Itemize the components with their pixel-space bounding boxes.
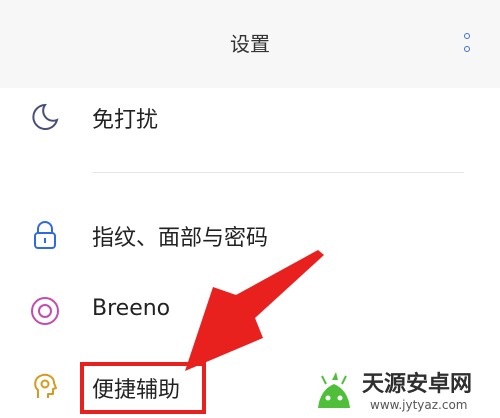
top-bar: 设置: [0, 0, 500, 88]
settings-item-label: 指纹、面部与密码: [92, 226, 269, 251]
settings-item-fingerprint-face-password[interactable]: 指纹、面部与密码: [0, 204, 500, 264]
moon-icon: [28, 100, 62, 134]
watermark: 天源安卓网 www.jytyaz.com: [300, 360, 500, 418]
settings-item-do-not-disturb[interactable]: 免打扰: [0, 86, 500, 146]
page-title: 设置: [230, 32, 270, 56]
more-vertical-icon[interactable]: [458, 30, 478, 58]
watermark-name: 天源安卓网: [362, 372, 473, 397]
highlight-box: [80, 362, 206, 414]
settings-item-label: 免打扰: [92, 108, 159, 133]
android-logo-icon: [312, 368, 356, 412]
watermark-url: www.jytyaz.com: [370, 398, 468, 412]
breeno-icon: [28, 294, 62, 328]
settings-item-breeno[interactable]: Breeno: [0, 280, 500, 340]
settings-item-label: Breeno: [92, 296, 171, 321]
divider: [92, 172, 464, 173]
lock-icon: [28, 218, 62, 252]
assist-icon: [28, 370, 62, 404]
